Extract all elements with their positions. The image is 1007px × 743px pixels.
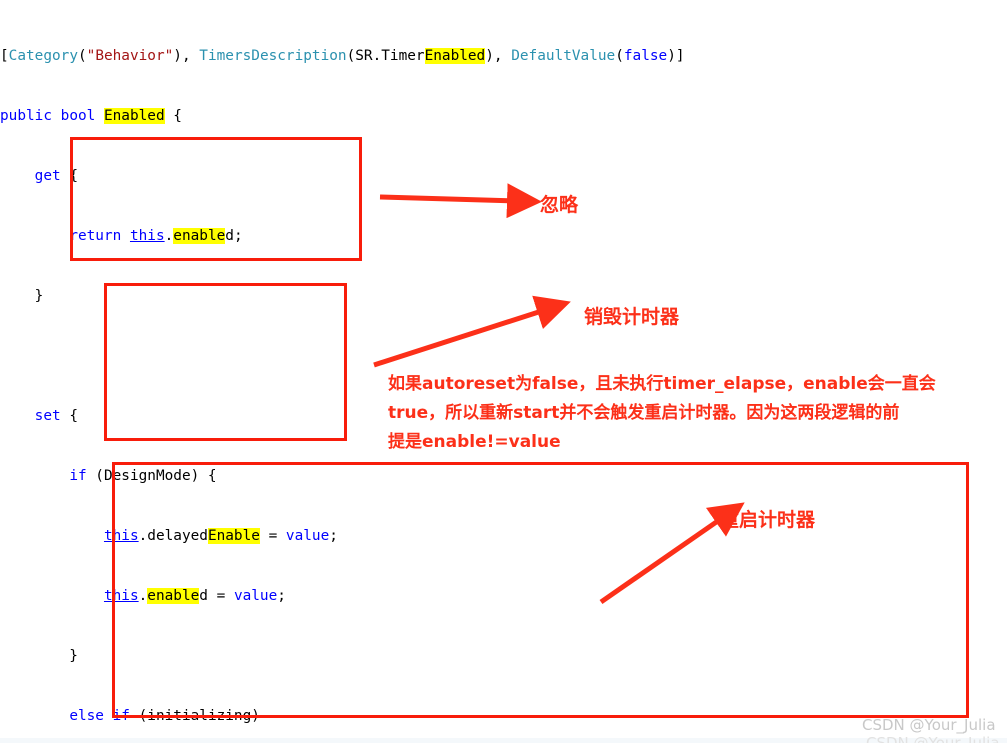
code-line-12: else if (initializing) xyxy=(69,708,260,724)
note-line-3: 提是enable!=value xyxy=(388,432,561,452)
code-line-4: return this.enabled; xyxy=(69,228,243,244)
note-line-1: 如果autoreset为false，且未执行timer_elapse，enabl… xyxy=(388,374,936,394)
watermark-text: CSDN @Your_Julia xyxy=(862,716,996,734)
screenshot-root: [Category("Behavior"), TimersDescription… xyxy=(0,0,1007,743)
restart-timer-annotation-label: 重启计时器 xyxy=(720,509,816,531)
code-line-8: if (DesignMode) { xyxy=(69,468,217,484)
code-line-2: public bool Enabled { xyxy=(0,108,182,124)
code-line-9: this.delayedEnable = value; xyxy=(103,528,338,544)
code-line-10: this.enabled = value; xyxy=(103,588,286,604)
code-line-5: } xyxy=(0,288,44,304)
code-line-1: [Category("Behavior"), TimersDescription… xyxy=(0,48,685,64)
watermark-subtext: CSDN @Your_Julia xyxy=(866,734,1000,743)
ignore-annotation-label: 忽略 xyxy=(540,194,579,216)
code-line-11: } xyxy=(0,648,78,664)
note-annotation-block: 如果autoreset为false，且未执行timer_elapse，enabl… xyxy=(388,370,1007,457)
code-line-3: get { xyxy=(34,168,78,184)
note-line-2: true，所以重新start并不会触发重启计时器。因为这两段逻辑的前 xyxy=(388,403,900,423)
destroy-timer-annotation-label: 销毁计时器 xyxy=(584,306,680,328)
